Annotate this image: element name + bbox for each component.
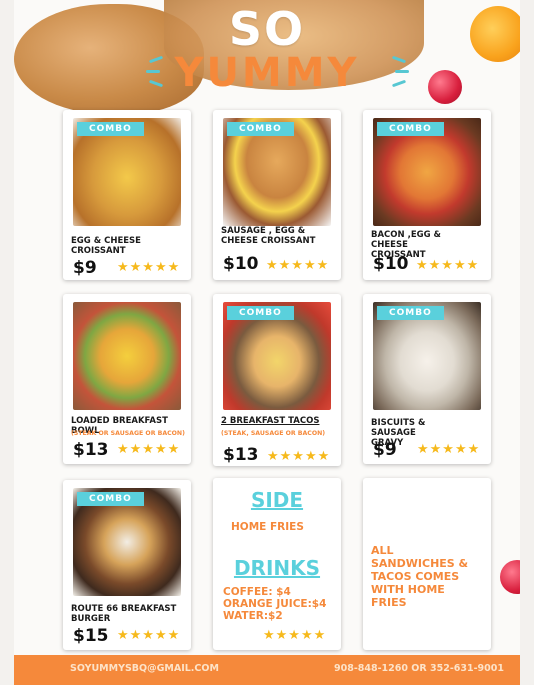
item-name: EGG & CHEESE CROISSANT bbox=[71, 236, 141, 256]
rating-stars-icon: ★★★★★ bbox=[266, 258, 330, 273]
item-name: 2 BREAKFAST TACOS bbox=[221, 416, 320, 426]
item-price: $13 bbox=[73, 440, 109, 460]
combo-badge: COMBO bbox=[227, 122, 294, 136]
drinks-heading: DRINKS bbox=[233, 556, 321, 580]
item-price: $15 bbox=[73, 626, 109, 646]
rating-stars-icon: ★★★★★ bbox=[267, 449, 331, 464]
sparkle-icon bbox=[146, 70, 160, 73]
menu-item-card: COMBO BACON ,EGG & CHEESE CROISSANT $10 … bbox=[363, 110, 491, 280]
rating-stars-icon: ★★★★★ bbox=[416, 258, 480, 273]
rating-stars-icon: ★★★★★ bbox=[417, 442, 481, 457]
title-yummy: YUMMY bbox=[174, 50, 360, 96]
item-price: $10 bbox=[373, 254, 409, 274]
home-fries-note: ALL SANDWICHES & TACOS COMES WITH HOME F… bbox=[371, 544, 469, 609]
sparkle-icon bbox=[395, 70, 409, 73]
title-so: SO bbox=[228, 2, 306, 56]
contact-phone: 908-848-1260 OR 352-631-9001 bbox=[334, 663, 504, 674]
item-price: $13 bbox=[223, 445, 259, 465]
combo-badge: COMBO bbox=[377, 122, 444, 136]
side-heading: SIDE bbox=[250, 488, 304, 512]
rating-stars-icon: ★★★★★ bbox=[117, 260, 181, 275]
menu-item-card: COMBO BISCUITS & SAUSAGE GRAVY $9 ★★★★★ bbox=[363, 294, 491, 464]
menu-item-card: COMBO EGG & CHEESE CROISSANT $9 ★★★★★ bbox=[63, 110, 191, 280]
contact-email: SOYUMMYSBQ@GMAIL.COM bbox=[70, 663, 219, 674]
item-options: (STEAK OR SAUSAGE OR BACON) bbox=[71, 430, 185, 437]
side-item: HOME FRIES bbox=[231, 521, 304, 533]
item-options: (STEAK, SAUSAGE OR BACON) bbox=[221, 430, 326, 437]
menu-item-card: COMBO 2 BREAKFAST TACOS (STEAK, SAUSAGE … bbox=[213, 294, 341, 466]
item-price: $9 bbox=[373, 440, 397, 460]
drink-item: COFFEE: $4 bbox=[223, 586, 291, 598]
combo-badge: COMBO bbox=[77, 492, 144, 506]
rating-stars-icon: ★★★★★ bbox=[117, 442, 181, 457]
rating-stars-icon: ★★★★★ bbox=[117, 628, 181, 643]
menu-page: SO YUMMY COMBO EGG & CHEESE CROISSANT $9… bbox=[14, 0, 520, 685]
combo-badge: COMBO bbox=[377, 306, 444, 320]
menu-item-card: COMBO ROUTE 66 BREAKFAST BURGER $15 ★★★★… bbox=[63, 480, 191, 650]
item-name: ROUTE 66 BREAKFAST BURGER bbox=[71, 604, 177, 624]
item-name: SAUSAGE , EGG & CHEESE CROISSANT bbox=[221, 226, 316, 246]
note-card: ALL SANDWICHES & TACOS COMES WITH HOME F… bbox=[363, 478, 491, 650]
rating-stars-icon: ★★★★★ bbox=[263, 628, 327, 643]
combo-badge: COMBO bbox=[77, 122, 144, 136]
menu-item-card: LOADED BREAKFAST BOWL (STEAK OR SAUSAGE … bbox=[63, 294, 191, 464]
sides-drinks-card: SIDE HOME FRIES DRINKS COFFEE: $4 ORANGE… bbox=[213, 478, 341, 650]
drink-item: WATER:$2 bbox=[223, 610, 283, 622]
contact-footer: SOYUMMYSBQ@GMAIL.COM 908-848-1260 OR 352… bbox=[14, 655, 520, 685]
combo-badge: COMBO bbox=[227, 306, 294, 320]
loaded-breakfast-bowl-photo bbox=[73, 302, 181, 410]
item-price: $10 bbox=[223, 254, 259, 274]
menu-item-card: COMBO SAUSAGE , EGG & CHEESE CROISSANT $… bbox=[213, 110, 341, 280]
drink-item: ORANGE JUICE:$4 bbox=[223, 598, 327, 610]
item-price: $9 bbox=[73, 258, 97, 278]
raspberry-image bbox=[500, 560, 520, 594]
